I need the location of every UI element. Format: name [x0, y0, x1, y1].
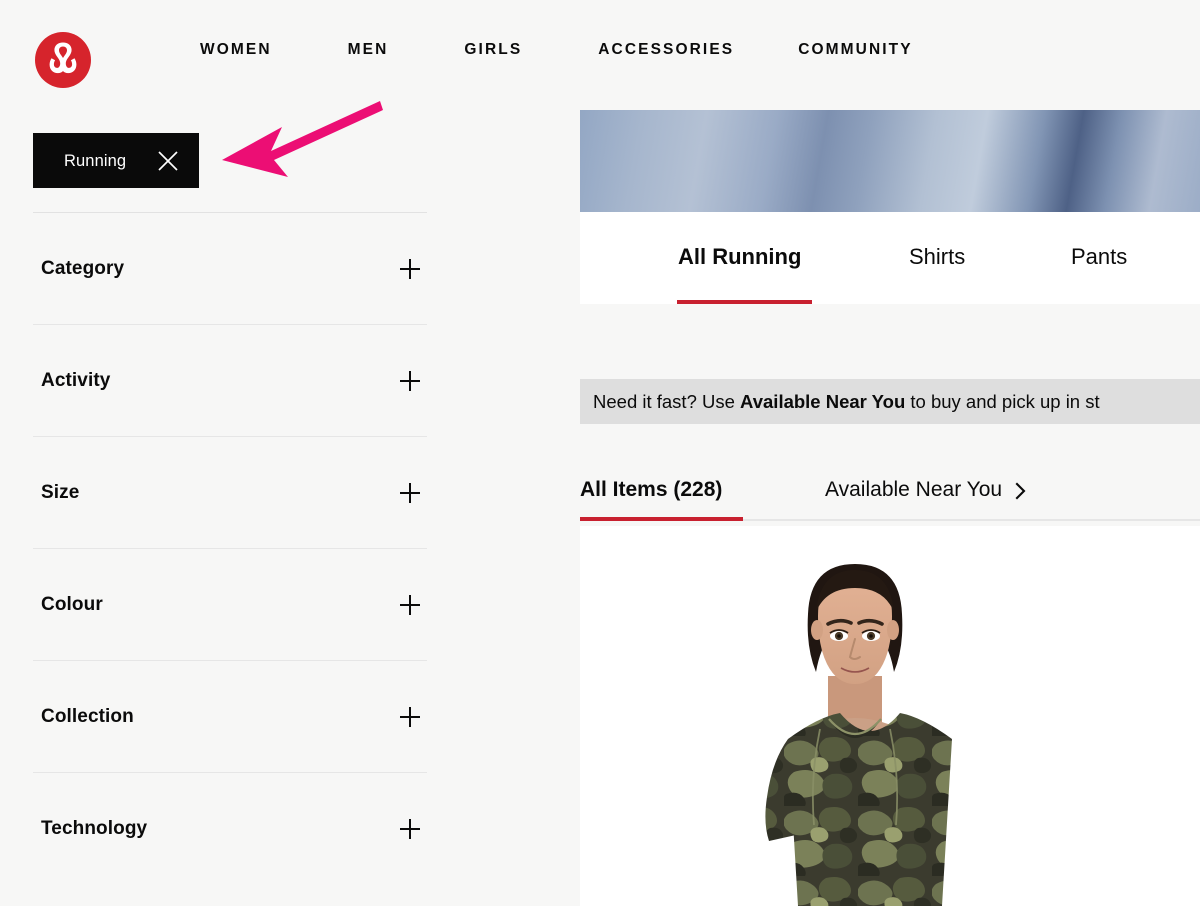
available-near-you-notice: Need it fast? Use Available Near You to …: [580, 379, 1200, 424]
filter-section-list: Category Activity Size Colour Collection…: [33, 213, 427, 884]
filter-section-size[interactable]: Size: [33, 437, 427, 549]
hero-banner-image: [580, 110, 1200, 212]
nav-item-women[interactable]: WOMEN: [200, 40, 272, 60]
notice-text-before: Need it fast? Use: [593, 390, 741, 412]
close-x-icon[interactable]: [157, 150, 179, 172]
tab-available-near-you-label: Available Near You: [825, 478, 1003, 501]
tab-all-items[interactable]: All Items (228): [580, 476, 722, 503]
product-card-image[interactable]: [580, 526, 1200, 906]
plus-icon[interactable]: [400, 594, 420, 615]
filter-section-collection[interactable]: Collection: [33, 661, 427, 773]
filter-section-colour[interactable]: Colour: [33, 549, 427, 661]
active-filter-chip-label: Running: [64, 151, 127, 170]
filter-section-label: Collection: [41, 705, 134, 727]
nav-item-men[interactable]: MEN: [348, 40, 389, 60]
tab-available-near-you[interactable]: Available Near You: [825, 476, 1026, 503]
plus-icon[interactable]: [400, 258, 420, 279]
chevron-right-icon: [1015, 482, 1026, 500]
filter-section-label: Colour: [41, 593, 103, 615]
filter-sidebar: Running Category Activity Size Colour Co…: [0, 108, 470, 906]
plus-icon[interactable]: [400, 482, 420, 503]
active-item-tab-underline: [580, 517, 743, 521]
filter-section-category[interactable]: Category: [33, 213, 427, 325]
tab-shirts[interactable]: Shirts: [909, 243, 965, 271]
item-tab-bar: All Items (228) Available Near You: [580, 462, 1200, 524]
filter-section-label: Size: [41, 481, 80, 503]
notice-text-bold: Available Near You: [740, 390, 906, 412]
category-tab-bar: All Running Shirts Pants: [580, 212, 1200, 304]
plus-icon[interactable]: [400, 706, 420, 727]
notice-text-after: to buy and pick up in st: [905, 390, 1100, 412]
filter-section-activity[interactable]: Activity: [33, 325, 427, 437]
filter-section-label: Technology: [41, 817, 148, 839]
filter-section-label: Category: [41, 257, 125, 279]
nav-item-girls[interactable]: GIRLS: [464, 40, 522, 60]
filter-section-technology[interactable]: Technology: [33, 773, 427, 884]
notice-text: Need it fast? Use Available Near You to …: [593, 390, 1100, 414]
model-photo: [710, 526, 1000, 906]
tab-all-running[interactable]: All Running: [678, 243, 801, 271]
tab-pants[interactable]: Pants: [1071, 243, 1127, 271]
active-tab-underline: [677, 300, 812, 304]
active-filter-chip-running[interactable]: Running: [33, 133, 199, 188]
main-content: All Running Shirts Pants Need it fast? U…: [580, 0, 1200, 906]
plus-icon[interactable]: [400, 370, 420, 391]
lululemon-logo-icon[interactable]: [34, 31, 92, 89]
plus-icon[interactable]: [400, 818, 420, 839]
filter-section-label: Activity: [41, 369, 111, 391]
